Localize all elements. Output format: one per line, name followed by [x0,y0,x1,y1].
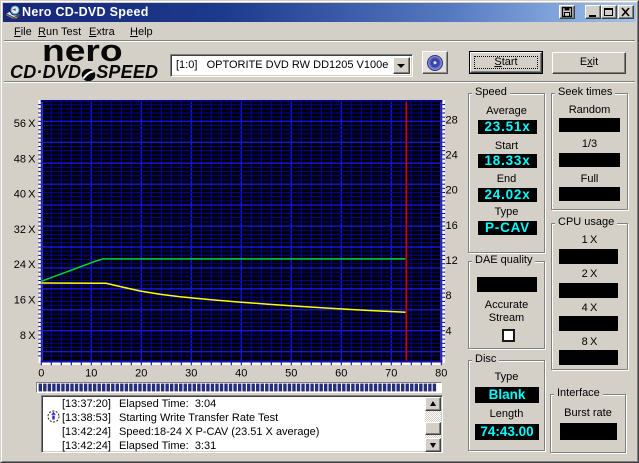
svg-text:60: 60 [335,368,347,380]
svg-text:50: 50 [285,368,297,380]
svg-text:12: 12 [446,255,458,267]
svg-text:20: 20 [446,185,458,197]
svg-text:80: 80 [435,368,447,380]
svg-text:0: 0 [38,368,44,380]
svg-text:10: 10 [85,368,97,380]
svg-text:56 X: 56 X [14,118,36,130]
svg-text:16 X: 16 X [14,295,36,307]
svg-text:24 X: 24 X [14,259,36,271]
svg-text:40 X: 40 X [14,189,36,201]
svg-text:70: 70 [385,368,397,380]
svg-text:32 X: 32 X [14,224,36,236]
svg-text:20: 20 [135,368,147,380]
svg-text:30: 30 [185,368,197,380]
svg-text:48 X: 48 X [14,153,36,165]
svg-text:8 X: 8 X [20,330,36,342]
svg-text:8: 8 [446,290,452,302]
svg-text:28: 28 [446,114,458,126]
svg-text:40: 40 [235,368,247,380]
svg-text:24: 24 [446,150,458,162]
svg-text:4: 4 [446,325,452,337]
svg-text:16: 16 [446,220,458,232]
